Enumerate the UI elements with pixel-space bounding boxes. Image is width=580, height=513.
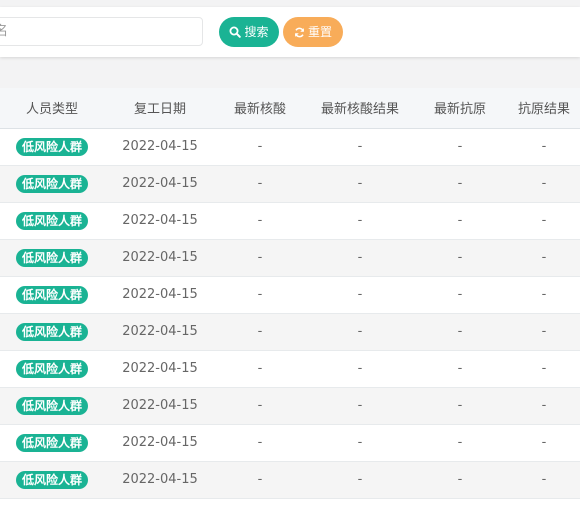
nucleic-result-cell: - — [304, 313, 416, 351]
person-type-cell: 低风险人群 — [0, 313, 104, 351]
reset-button-label: 重置 — [307, 25, 332, 39]
column-header-antigen-result[interactable]: 抗原结果 — [504, 88, 580, 129]
nucleic-result-cell: - — [304, 202, 416, 240]
latest-nucleic-cell: - — [216, 387, 304, 425]
table-row[interactable]: 低风险人群 2022-04-15- - - - — [0, 165, 580, 203]
person-type-cell: 低风险人群 — [0, 424, 104, 462]
latest-nucleic-cell: - — [216, 276, 304, 314]
latest-antigen-cell: - — [416, 461, 504, 499]
latest-antigen-cell: - — [416, 313, 504, 351]
latest-nucleic-cell: - — [216, 239, 304, 277]
person-type-cell: 低风险人群 — [0, 276, 104, 314]
return-date-cell: 2022-04-15 — [104, 424, 216, 462]
person-type-badge: 低风险人群 — [15, 174, 88, 193]
latest-antigen-cell: - — [416, 424, 504, 462]
return-date-cell: 2022-04-15 — [104, 202, 216, 240]
table-row[interactable]: 低风险人群 2022-04-15- - - - — [0, 350, 580, 388]
search-button-label: 搜索 — [244, 25, 269, 39]
nucleic-result-cell: - — [304, 239, 416, 277]
antigen-result-cell: - — [504, 461, 580, 499]
person-type-cell: 低风险人群 — [0, 239, 104, 277]
reset-button[interactable]: 重置 — [283, 17, 343, 47]
column-header-nucleic-result[interactable]: 最新核酸结果 — [304, 88, 416, 129]
column-header-return-date[interactable]: 复工日期 — [104, 88, 216, 129]
person-type-badge: 低风险人群 — [15, 433, 88, 452]
return-date-cell: 2022-04-15 — [104, 387, 216, 425]
latest-antigen-cell: - — [416, 350, 504, 388]
latest-nucleic-cell: - — [216, 424, 304, 462]
person-type-badge: 低风险人群 — [15, 470, 88, 489]
latest-antigen-cell: - — [416, 128, 504, 166]
search-icon — [229, 26, 242, 38]
return-date-cell: 2022-04-15 — [104, 313, 216, 351]
table-row[interactable]: 低风险人群 2022-04-15- - - - — [0, 202, 580, 240]
latest-antigen-cell: - — [416, 165, 504, 203]
person-type-cell: 低风险人群 — [0, 461, 104, 499]
nucleic-result-cell: - — [304, 276, 416, 314]
latest-nucleic-cell: - — [216, 128, 304, 166]
latest-antigen-cell: - — [416, 239, 504, 277]
person-type-badge: 低风险人群 — [15, 248, 88, 267]
latest-antigen-cell: - — [416, 387, 504, 425]
personnel-table: 人员类型 复工日期 最新核酸 最新核酸结果 最新抗原 抗原结果 低风险人群 202… — [0, 88, 580, 513]
antigen-result-cell: - — [504, 387, 580, 425]
column-header-person-type[interactable]: 人员类型 — [0, 88, 104, 129]
latest-nucleic-cell: - — [216, 350, 304, 388]
person-type-badge: 低风险人群 — [15, 322, 88, 341]
antigen-result-cell: - — [504, 128, 580, 166]
table-row[interactable]: 低风险人群 2022-04-15- - - - — [0, 276, 580, 314]
antigen-result-cell: - — [504, 350, 580, 388]
latest-nucleic-cell: - — [216, 313, 304, 351]
person-type-badge: 低风险人群 — [15, 211, 88, 230]
return-date-cell: 2022-04-15 — [104, 350, 216, 388]
latest-nucleic-cell: - — [216, 461, 304, 499]
search-panel: 搜索 重置 — [0, 7, 580, 57]
person-type-cell: 低风险人群 — [0, 165, 104, 203]
nucleic-result-cell: - — [304, 350, 416, 388]
nucleic-result-cell: - — [304, 461, 416, 499]
person-type-badge: 低风险人群 — [15, 285, 88, 304]
person-type-badge: 低风险人群 — [15, 137, 88, 156]
latest-nucleic-cell: - — [216, 165, 304, 203]
return-date-cell: 2022-04-15 — [104, 165, 216, 203]
nucleic-result-cell: - — [304, 424, 416, 462]
return-date-cell: 2022-04-15 — [104, 128, 216, 166]
table-row[interactable]: 低风险人群 2022-04-15- - - - — [0, 461, 580, 499]
antigen-result-cell: - — [504, 165, 580, 203]
antigen-result-cell: - — [504, 202, 580, 240]
return-date-cell: 2022-04-15 — [104, 239, 216, 277]
return-date-cell: 2022-04-15 — [104, 461, 216, 499]
latest-nucleic-cell: - — [216, 202, 304, 240]
column-header-latest-nucleic[interactable]: 最新核酸 — [216, 88, 304, 129]
person-type-badge: 低风险人群 — [15, 396, 88, 415]
nucleic-result-cell: - — [304, 128, 416, 166]
antigen-result-cell: - — [504, 239, 580, 277]
table-row[interactable]: 低风险人群 2022-04-15- - - - — [0, 239, 580, 277]
table-row[interactable]: 低风险人群 2022-04-15- - - - — [0, 424, 580, 462]
latest-antigen-cell: - — [416, 202, 504, 240]
antigen-result-cell: - — [504, 424, 580, 462]
table-row[interactable]: 低风险人群 2022-04-15- - - - — [0, 387, 580, 425]
person-type-cell: 低风险人群 — [0, 387, 104, 425]
person-type-cell: 低风险人群 — [0, 128, 104, 166]
person-type-badge: 低风险人群 — [15, 359, 88, 378]
return-date-cell: 2022-04-15 — [104, 276, 216, 314]
table-header-row: 人员类型 复工日期 最新核酸 最新核酸结果 最新抗原 抗原结果 — [0, 88, 580, 129]
nucleic-result-cell: - — [304, 387, 416, 425]
column-header-latest-antigen[interactable]: 最新抗原 — [416, 88, 504, 129]
latest-antigen-cell: - — [416, 276, 504, 314]
search-button[interactable]: 搜索 — [219, 17, 279, 47]
nucleic-result-cell: - — [304, 165, 416, 203]
name-search-input[interactable] — [0, 17, 203, 46]
person-type-cell: 低风险人群 — [0, 202, 104, 240]
antigen-result-cell: - — [504, 276, 580, 314]
refresh-icon — [294, 27, 305, 38]
table-row[interactable]: 低风险人群 2022-04-15- - - - — [0, 313, 580, 351]
person-type-cell: 低风险人群 — [0, 350, 104, 388]
antigen-result-cell: - — [504, 313, 580, 351]
table-row[interactable]: 低风险人群 2022-04-15- - - - — [0, 128, 580, 166]
